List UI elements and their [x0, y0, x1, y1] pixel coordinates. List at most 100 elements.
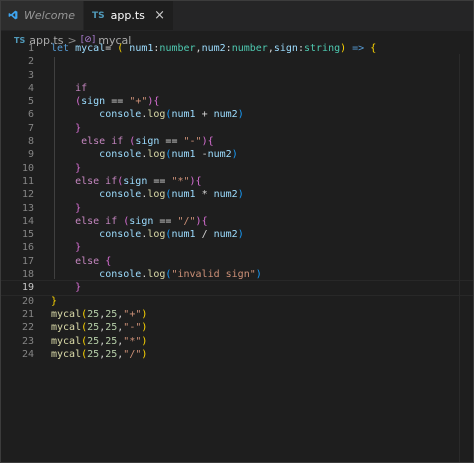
code-text: } [51, 241, 81, 254]
code-text: if [51, 82, 87, 95]
code-text: mycal(25,25,"/") [51, 348, 147, 361]
code-token: { [195, 175, 202, 187]
code-token: 25 [87, 308, 100, 320]
code-token: console [99, 229, 142, 241]
code-token: mycal [51, 322, 82, 334]
code-text: } [51, 162, 81, 175]
line-number: 24 [21, 348, 34, 360]
code-line[interactable]: 7 } [0, 122, 474, 135]
line-number: 5 [27, 96, 34, 108]
vertical-scrollbar[interactable] [459, 54, 474, 463]
code-line[interactable]: 19 } [0, 280, 474, 296]
code-token: else if [51, 175, 118, 187]
code-token: string [303, 43, 341, 54]
code-text: mycal(25,25,"+") [51, 308, 147, 321]
code-text: mycal(25,25,"*") [51, 335, 147, 348]
line-number: 4 [27, 82, 34, 94]
code-token: mycal [51, 348, 82, 360]
code-token: sign [129, 215, 154, 227]
code-token: "*" [171, 175, 190, 187]
line-number: 20 [21, 295, 34, 307]
code-line[interactable]: 16 } [0, 241, 474, 254]
code-token: 25 [87, 348, 100, 360]
code-token: else if [51, 136, 130, 148]
code-token: sign [273, 43, 298, 54]
code-text: mycal(25,25,"-") [51, 321, 147, 334]
code-line[interactable]: 13 } [0, 202, 474, 215]
code-line[interactable]: 8 else if (sign == "-"){ [0, 135, 474, 148]
code-token: { [153, 96, 160, 108]
line-number: 8 [27, 136, 34, 148]
code-token: ) [141, 308, 148, 320]
code-token: "-" [123, 322, 142, 334]
code-token: 25 [105, 335, 118, 347]
code-text: console.log(num1 / num2) [51, 228, 244, 241]
code-token: else if [51, 215, 124, 227]
code-line[interactable]: 18 console.log("invalid sign") [0, 268, 474, 281]
editor-tab-bar: Welcome TS app.ts × [0, 0, 474, 31]
code-line[interactable]: 11 else if(sign == "*"){ [0, 175, 474, 188]
tab-welcome-label: Welcome [24, 8, 75, 22]
line-number: 11 [21, 175, 34, 187]
code-token: / [195, 229, 214, 241]
code-line[interactable]: 4 if [0, 82, 474, 95]
code-token: num2 [213, 229, 238, 241]
code-text: else if(sign == "*"){ [51, 175, 202, 188]
code-line[interactable]: 24 mycal(25,25,"/") [0, 348, 474, 361]
code-token: log [147, 229, 166, 241]
code-line[interactable]: 6 console.log(num1 + num2) [0, 108, 474, 121]
code-line[interactable]: 5 (sign == "+"){ [0, 95, 474, 108]
code-line[interactable]: 23 mycal(25,25,"*") [0, 335, 474, 348]
code-token: 25 [105, 348, 118, 360]
line-number: 23 [21, 335, 34, 347]
code-token: { [201, 215, 208, 227]
code-editor[interactable]: 1 let mycal= ( num1:number,num2:number,si… [0, 42, 474, 361]
code-token: ( [117, 43, 130, 54]
code-line[interactable]: 1 let mycal= ( num1:number,num2:number,si… [0, 42, 474, 55]
tab-welcome[interactable]: Welcome [0, 0, 84, 30]
code-text: console.log(num1 + num2) [51, 108, 244, 121]
line-number: 13 [21, 202, 34, 214]
code-line[interactable]: 14 else if (sign == "/"){ [0, 215, 474, 228]
code-token: ) [141, 322, 148, 334]
code-token: "+" [129, 96, 148, 108]
code-line[interactable]: 3 [0, 69, 474, 82]
code-line[interactable]: 9 console.log(num1 -num2) [0, 148, 474, 161]
tab-app-ts-label: app.ts [110, 9, 145, 22]
code-token: 25 [87, 335, 100, 347]
code-token: num1 [171, 149, 196, 161]
code-token: mycal [51, 308, 82, 320]
code-token: 25 [87, 322, 100, 334]
code-token: num1 [171, 109, 196, 121]
code-token: ) [237, 189, 244, 201]
code-text: else if (sign == "-"){ [51, 135, 214, 148]
code-text: (sign == "+"){ [51, 95, 159, 108]
code-token: == [153, 215, 178, 227]
code-token: console [99, 189, 142, 201]
code-line[interactable]: 10 } [0, 162, 474, 175]
code-token: "/" [123, 348, 142, 360]
code-line[interactable]: 22 mycal(25,25,"-") [0, 321, 474, 334]
code-line[interactable]: 21 mycal(25,25,"+") [0, 308, 474, 321]
line-number: 12 [21, 189, 34, 201]
line-number: 15 [21, 229, 34, 241]
code-line[interactable]: 15 console.log(num1 / num2) [0, 228, 474, 241]
code-token: "invalid sign" [171, 269, 256, 281]
code-token: { [370, 43, 377, 54]
close-tab-icon[interactable]: × [154, 8, 165, 23]
code-line[interactable]: 2 [0, 55, 474, 68]
code-line[interactable]: 17 else { [0, 255, 474, 268]
code-line[interactable]: 12 console.log(num1 * num2) [0, 188, 474, 201]
code-token: num2 [213, 109, 238, 121]
code-line[interactable]: 20} [0, 295, 474, 308]
line-number: 16 [21, 242, 34, 254]
code-token: ) [231, 149, 238, 161]
code-token: num2 [207, 149, 232, 161]
line-number: 6 [27, 109, 34, 121]
tab-app-ts[interactable]: TS app.ts × [84, 0, 174, 30]
